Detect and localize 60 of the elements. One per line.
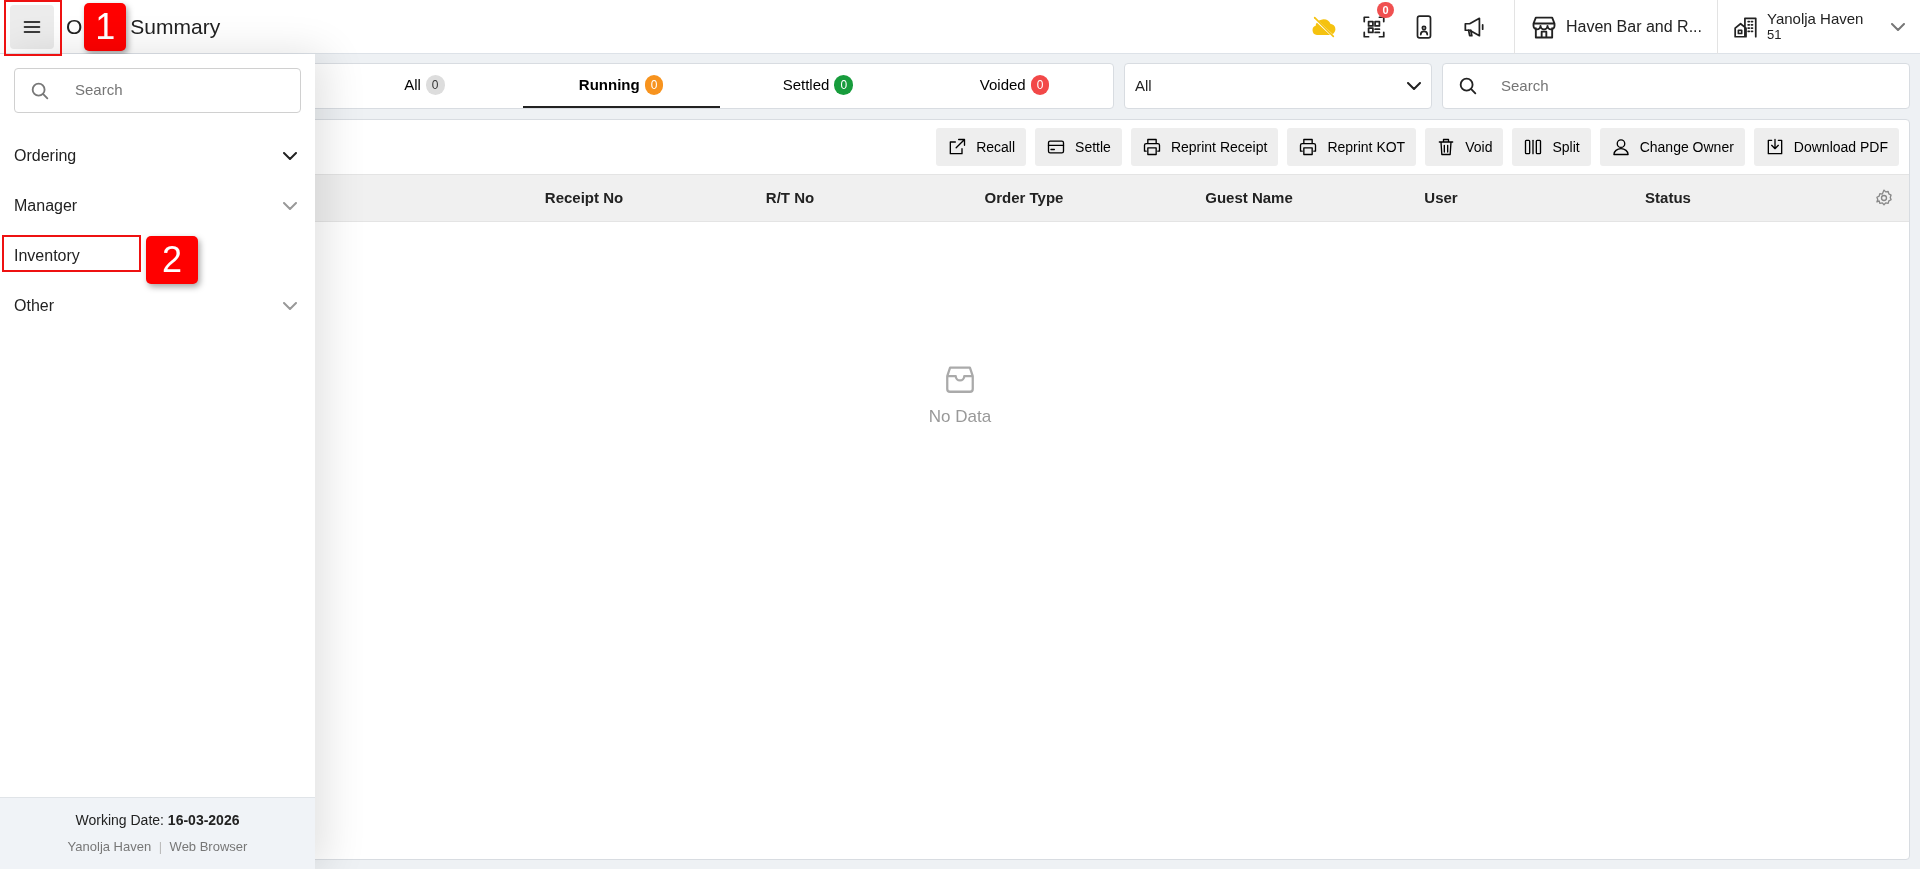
count-badge: 0: [425, 75, 445, 95]
property-selector[interactable]: Yanolja Haven 51: [1718, 10, 1920, 43]
empty-message: No Data: [928, 406, 992, 428]
card-action-button[interactable]: Settle: [1035, 128, 1122, 166]
working-date: Working Date: 16-03-2026: [75, 811, 240, 831]
person-icon: [1610, 137, 1631, 157]
menu-item[interactable]: Other: [0, 281, 315, 331]
status-tab[interactable]: Running 0: [522, 64, 720, 108]
highlight-frame: [4, 0, 62, 56]
status-tab[interactable]: Voided 0: [916, 64, 1113, 108]
column-header: Status: [1645, 188, 1691, 206]
count-badge: 0: [644, 75, 664, 95]
step-callout: 2: [146, 236, 198, 284]
step-callout: 1: [84, 2, 127, 51]
property-code: 51: [1767, 27, 1782, 43]
client-name: Web Browser: [169, 838, 248, 857]
menu-item[interactable]: Manager: [0, 181, 315, 231]
search-box[interactable]: Search: [1442, 63, 1910, 109]
status-tab[interactable]: All 0: [326, 64, 523, 108]
split-action-button[interactable]: Split: [1512, 128, 1591, 166]
property-name: Yanolja Haven: [1767, 10, 1864, 28]
column-header: User: [1424, 188, 1458, 206]
menu-search-field[interactable]: Search: [73, 78, 286, 103]
menu-search-box[interactable]: Search: [14, 68, 301, 113]
page-title: Summary: [130, 13, 221, 40]
column-header: R/T No: [765, 188, 815, 206]
chevron-down-icon: [283, 302, 297, 310]
recall-action-button[interactable]: Recall: [936, 128, 1027, 166]
search-field[interactable]: Search: [1499, 73, 1895, 99]
separator: |: [158, 838, 163, 857]
settings-icon[interactable]: [1874, 188, 1894, 208]
person-action-button[interactable]: Change Owner: [1599, 128, 1745, 166]
printer-icon: [1298, 137, 1319, 157]
notification-count: 0: [1377, 1, 1394, 18]
download-action-button[interactable]: Download PDF: [1753, 128, 1899, 166]
menu-button[interactable]: [10, 4, 54, 49]
outlet-selector[interactable]: Haven Bar and R...: [1515, 12, 1717, 41]
user-name: Yanolja Haven: [67, 838, 152, 857]
status-tab[interactable]: Settled 0: [719, 64, 917, 108]
menu-item[interactable]: Ordering: [0, 131, 315, 181]
search-icon: [1457, 75, 1479, 97]
printer-action-button[interactable]: Reprint KOT: [1287, 128, 1417, 166]
column-header: Receipt No: [544, 188, 624, 206]
chevron-down-icon: [283, 202, 297, 210]
chevron-down-icon: [1407, 82, 1421, 90]
filter-dropdown[interactable]: All: [1124, 63, 1432, 109]
trash-action-button[interactable]: Void: [1425, 128, 1504, 166]
printer-action-button[interactable]: Reprint Receipt: [1130, 128, 1279, 166]
menu-item[interactable]: Inventory: [0, 231, 90, 281]
qr-code-icon[interactable]: [1361, 13, 1388, 40]
chevron-down-icon: [283, 152, 297, 160]
chevron-down-icon: [1891, 23, 1905, 32]
external-link-icon: [947, 137, 968, 157]
columns-icon: [1523, 137, 1544, 157]
page-title: O: [66, 13, 83, 40]
count-badge: 0: [834, 75, 854, 95]
printer-icon: [1141, 137, 1162, 157]
column-header: Guest Name: [1205, 188, 1293, 206]
column-header: Order Type: [984, 188, 1064, 206]
count-badge: 0: [1030, 75, 1050, 95]
